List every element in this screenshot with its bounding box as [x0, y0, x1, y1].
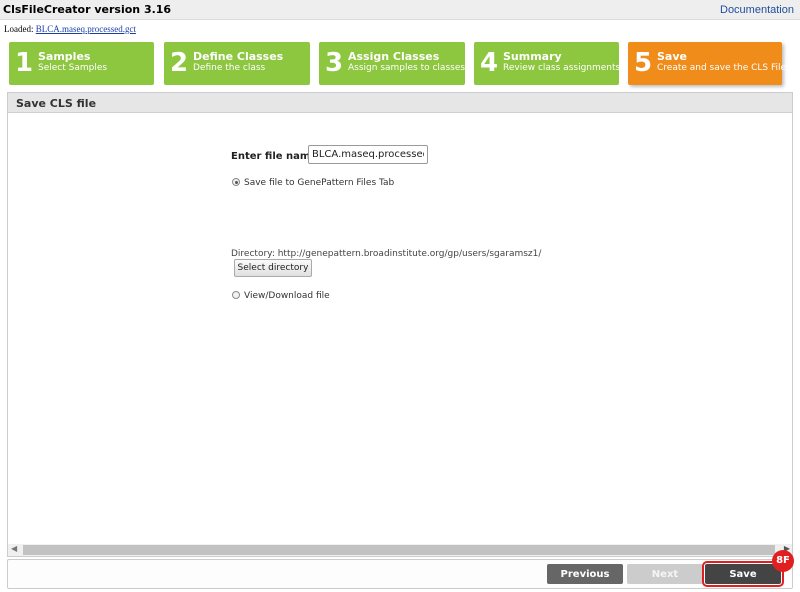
step-title: Samples: [38, 50, 91, 63]
directory-path: Directory: http://genepattern.broadinsti…: [231, 249, 542, 259]
save-to-genepattern-option[interactable]: Save file to GenePattern Files Tab: [232, 178, 394, 188]
view-download-option[interactable]: View/Download file: [232, 291, 330, 301]
next-button[interactable]: Next: [627, 564, 703, 584]
step-subtitle: Select Samples: [38, 63, 108, 73]
save-to-genepattern-label: Save file to GenePattern Files Tab: [244, 178, 395, 188]
save-cls-panel: Save CLS file Enter file name: Save file…: [7, 92, 793, 557]
horizontal-scrollbar[interactable]: ◀ ▶: [8, 544, 792, 556]
panel-title: Save CLS file: [16, 97, 97, 110]
step-save[interactable]: 5 Save Create and save the CLS File: [628, 42, 786, 85]
loaded-label: Loaded:: [4, 24, 34, 34]
step-subtitle: Review class assignments: [503, 63, 621, 73]
step-title: Assign Classes: [348, 50, 440, 63]
wizard-steps: 1 Samples Select Samples 2 Define Classe…: [9, 42, 786, 86]
step-summary[interactable]: 4 Summary Review class assignments: [474, 42, 621, 85]
step-title: Save: [657, 50, 687, 63]
step-subtitle: Define the class: [193, 63, 266, 73]
step-title: Summary: [503, 50, 562, 63]
select-directory-button[interactable]: Select directory: [234, 259, 312, 277]
step-subtitle: Assign samples to classes: [348, 63, 466, 73]
step-number: 2: [170, 48, 189, 78]
save-to-genepattern-radio[interactable]: [232, 178, 240, 186]
previous-button[interactable]: Previous: [547, 564, 623, 584]
step-number: 4: [480, 48, 499, 78]
loaded-file-link[interactable]: BLCA.maseq.processed.gct: [36, 24, 136, 34]
step-assign-classes[interactable]: 3 Assign Classes Assign samples to class…: [319, 42, 465, 85]
step-subtitle: Create and save the CLS File: [657, 63, 787, 73]
step-title: Define Classes: [193, 50, 284, 63]
view-download-label: View/Download file: [244, 291, 330, 301]
top-bar: ClsFileCreator version 3.16 Documentatio…: [0, 0, 800, 20]
file-name-input[interactable]: [308, 145, 428, 164]
app-title: ClsFileCreator version 3.16: [3, 3, 172, 16]
view-download-radio[interactable]: [232, 291, 240, 299]
save-button[interactable]: Save: [702, 561, 784, 587]
step-samples[interactable]: 1 Samples Select Samples: [9, 42, 154, 85]
step-number: 5: [634, 48, 653, 78]
step-number: 1: [15, 48, 34, 78]
step-define-classes[interactable]: 2 Define Classes Define the class: [164, 42, 310, 85]
documentation-link[interactable]: Documentation: [720, 4, 794, 16]
scrollbar-thumb[interactable]: [23, 545, 775, 555]
panel-header: Save CLS file: [8, 93, 792, 113]
annotation-badge: 8F: [772, 550, 794, 572]
step-number: 3: [325, 48, 344, 78]
scroll-left-icon[interactable]: ◀: [11, 544, 17, 553]
loaded-file-line: Loaded: BLCA.maseq.processed.gct: [4, 24, 136, 34]
footer-nav: Previous Next Save: [7, 559, 793, 589]
